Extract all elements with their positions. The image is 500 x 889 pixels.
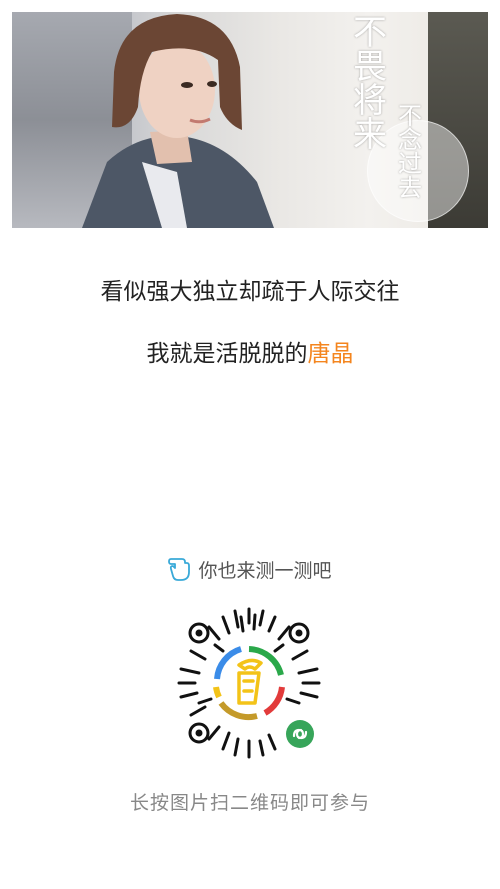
result-prefix: 我就是活脱脱的 — [146, 341, 308, 367]
mini-program-badge-icon — [286, 720, 314, 748]
poster-title-main: 不畏将来 — [353, 13, 387, 155]
result-character-name: 唐晶 — [307, 341, 354, 367]
poster-title-sub: 不念过去 — [398, 102, 422, 202]
invite-line: 你也来测一测吧 — [0, 556, 500, 587]
result-description: 看似强大独立却疏于人际交往 — [100, 279, 400, 305]
scan-hint: 长按图片扫二维码即可参与 — [129, 792, 370, 814]
pointing-hand-icon — [168, 556, 191, 587]
invite-label: 你也来测一测吧 — [198, 560, 332, 582]
mini-program-code[interactable] — [169, 603, 329, 763]
result-character-line: 我就是活脱脱的唐晶 — [0, 334, 500, 368]
